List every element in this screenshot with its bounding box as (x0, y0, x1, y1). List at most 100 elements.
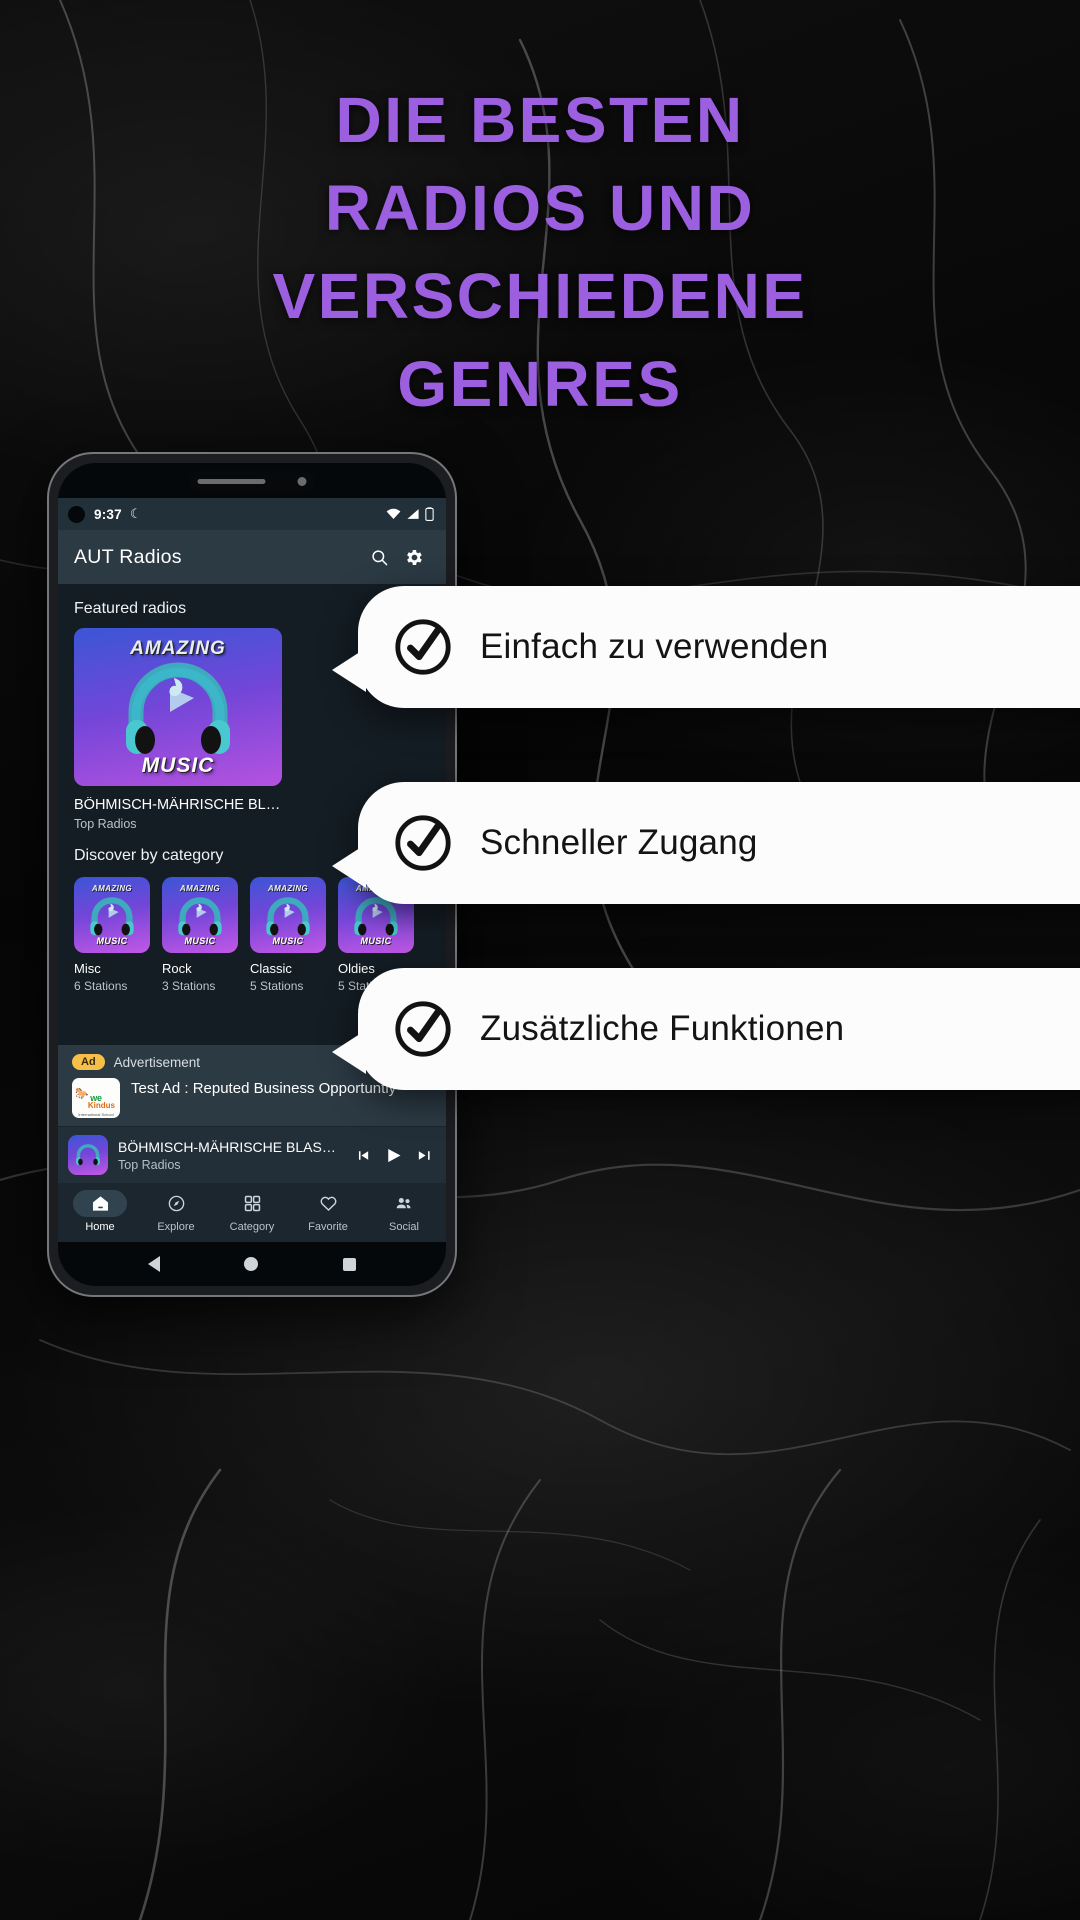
player-text: BÖHMISCH-MÄHRISCHE BLASMU… Top Radios (118, 1139, 344, 1172)
phone-notch-bar (58, 463, 446, 498)
mini-player[interactable]: BÖHMISCH-MÄHRISCHE BLASMU… Top Radios (58, 1126, 446, 1183)
callout-text: Schneller Zugang (480, 823, 758, 862)
headline-line-4: GENRES (397, 348, 683, 420)
nav-item-favorite[interactable]: Favorite (290, 1190, 366, 1233)
category-thumbnail: AMAZING MUSIC (74, 877, 150, 953)
ad-logo-text-2: Kindus (87, 1101, 115, 1110)
category-thumbnail: AMAZING MUSIC (162, 877, 238, 953)
headline-line-2: RADIOS UND (324, 172, 756, 244)
wifi-icon (386, 508, 401, 519)
moon-icon: ☾ (129, 506, 142, 521)
featured-station-name: BÖHMISCH-MÄHRISCHE BL… (74, 797, 281, 813)
player-title: BÖHMISCH-MÄHRISCHE BLASMU… (118, 1138, 344, 1155)
compass-icon (168, 1195, 184, 1212)
bubble-tail (332, 648, 366, 692)
album-art-bottom-text: MUSIC (141, 754, 215, 777)
ad-logo-text-3: International School (78, 1112, 114, 1117)
earpiece-speaker (197, 478, 266, 484)
callout-text: Zusätzliche Funktionen (480, 1009, 845, 1048)
category-count: 6 Stations (74, 979, 128, 993)
nav-item-explore[interactable]: Explore (138, 1190, 214, 1233)
player-album-art (68, 1135, 108, 1175)
nav-item-home[interactable]: Home (62, 1190, 138, 1233)
home-icon (92, 1196, 108, 1211)
headphones-icon (76, 1144, 100, 1166)
thumb-bottom-text: MUSIC (360, 936, 392, 946)
heart-icon (320, 1196, 336, 1211)
skip-next-icon[interactable] (416, 1147, 433, 1164)
headphones-icon (266, 897, 310, 936)
featured-radio-card[interactable]: AMAZING MUSIC (74, 628, 282, 786)
thumb-top-text: AMAZING (179, 884, 221, 893)
play-icon[interactable] (383, 1145, 404, 1166)
ad-badge: Ad (72, 1054, 105, 1070)
people-icon (396, 1197, 411, 1209)
callout-bubble-1: Einfach zu verwenden (332, 586, 1080, 708)
ad-title: Test Ad : Reputed Business Opportuntiy (131, 1080, 397, 1097)
ad-thumbnail: 🐎 we Kindus International School (72, 1078, 120, 1118)
category-item-misc[interactable]: AMAZING MUSIC Misc 6 Stations (74, 877, 150, 993)
ad-body: 🐎 we Kindus International School Test Ad… (72, 1078, 432, 1118)
category-thumbnail: AMAZING MUSIC (250, 877, 326, 953)
category-name: Misc (74, 961, 101, 976)
nav-label: Category (229, 1221, 275, 1233)
callout-bubble-3: Zusätzliche Funktionen (332, 968, 1080, 1090)
headphones-icon (90, 897, 134, 936)
grid-icon (244, 1195, 260, 1212)
thumb-top-text: AMAZING (267, 884, 309, 893)
notch-pill (189, 471, 315, 491)
nav-label: Home (85, 1221, 115, 1233)
category-item-classic[interactable]: AMAZING MUSIC Classic 5 Stations (250, 877, 326, 993)
nav-pill (73, 1190, 127, 1217)
home-circle-icon[interactable] (244, 1257, 259, 1271)
category-name: Rock (162, 961, 192, 976)
nav-label: Explore (157, 1221, 195, 1233)
bubble-tail (332, 1030, 366, 1074)
nav-item-social[interactable]: Social (366, 1190, 442, 1233)
status-bar: 9:37 ☾ (58, 498, 446, 530)
status-icons (386, 507, 434, 521)
headphones-icon (178, 897, 222, 936)
camera-punch-hole (68, 505, 85, 523)
thumb-bottom-text: MUSIC (184, 936, 216, 946)
nav-item-category[interactable]: Category (214, 1190, 290, 1233)
nav-pill (377, 1190, 431, 1217)
album-art-top-text: AMAZING (130, 638, 226, 659)
thumb-top-text: AMAZING (91, 884, 133, 893)
category-count: 3 Stations (162, 979, 216, 993)
thumb-bottom-text: MUSIC (96, 936, 128, 946)
nav-pill (225, 1190, 279, 1217)
thumb-bottom-text: MUSIC (272, 936, 304, 946)
page-title: DIE BESTEN RADIOS UND VERSCHIEDENE GENRE… (0, 76, 1080, 428)
check-circle-icon (395, 1001, 451, 1057)
app-bar: AUT Radios (58, 530, 446, 584)
callout-bubble-2: Schneller Zugang (332, 782, 1080, 904)
android-system-nav (58, 1242, 446, 1286)
ad-label: Advertisement (113, 1054, 200, 1070)
headphones-icon (126, 662, 230, 754)
check-circle-icon (395, 815, 451, 871)
bubble-tail (332, 844, 366, 888)
signal-icon (407, 509, 419, 519)
bottom-navigation: Home Explore Category Favorite Social (58, 1183, 446, 1242)
search-button[interactable] (362, 540, 396, 574)
battery-icon (425, 507, 434, 521)
category-count: 5 Stations (250, 979, 304, 993)
status-time: 9:37 (94, 506, 122, 522)
player-controls (354, 1145, 436, 1166)
front-camera (297, 476, 307, 486)
check-circle-icon (395, 619, 451, 675)
settings-button[interactable] (396, 540, 430, 574)
category-name: Classic (250, 961, 292, 976)
recents-square-icon[interactable] (342, 1257, 356, 1271)
search-icon (371, 549, 387, 565)
ad-logo-horse-icon: 🐎 (75, 1088, 89, 1100)
category-item-rock[interactable]: AMAZING MUSIC Rock 3 Stations (162, 877, 238, 993)
nav-label: Favorite (308, 1221, 348, 1233)
skip-previous-icon[interactable] (354, 1147, 371, 1164)
nav-pill (301, 1190, 355, 1217)
back-triangle-icon[interactable] (148, 1256, 161, 1272)
callout-text: Einfach zu verwenden (480, 627, 829, 666)
headline-line-1: DIE BESTEN (335, 84, 745, 156)
nav-label: Social (389, 1221, 419, 1233)
